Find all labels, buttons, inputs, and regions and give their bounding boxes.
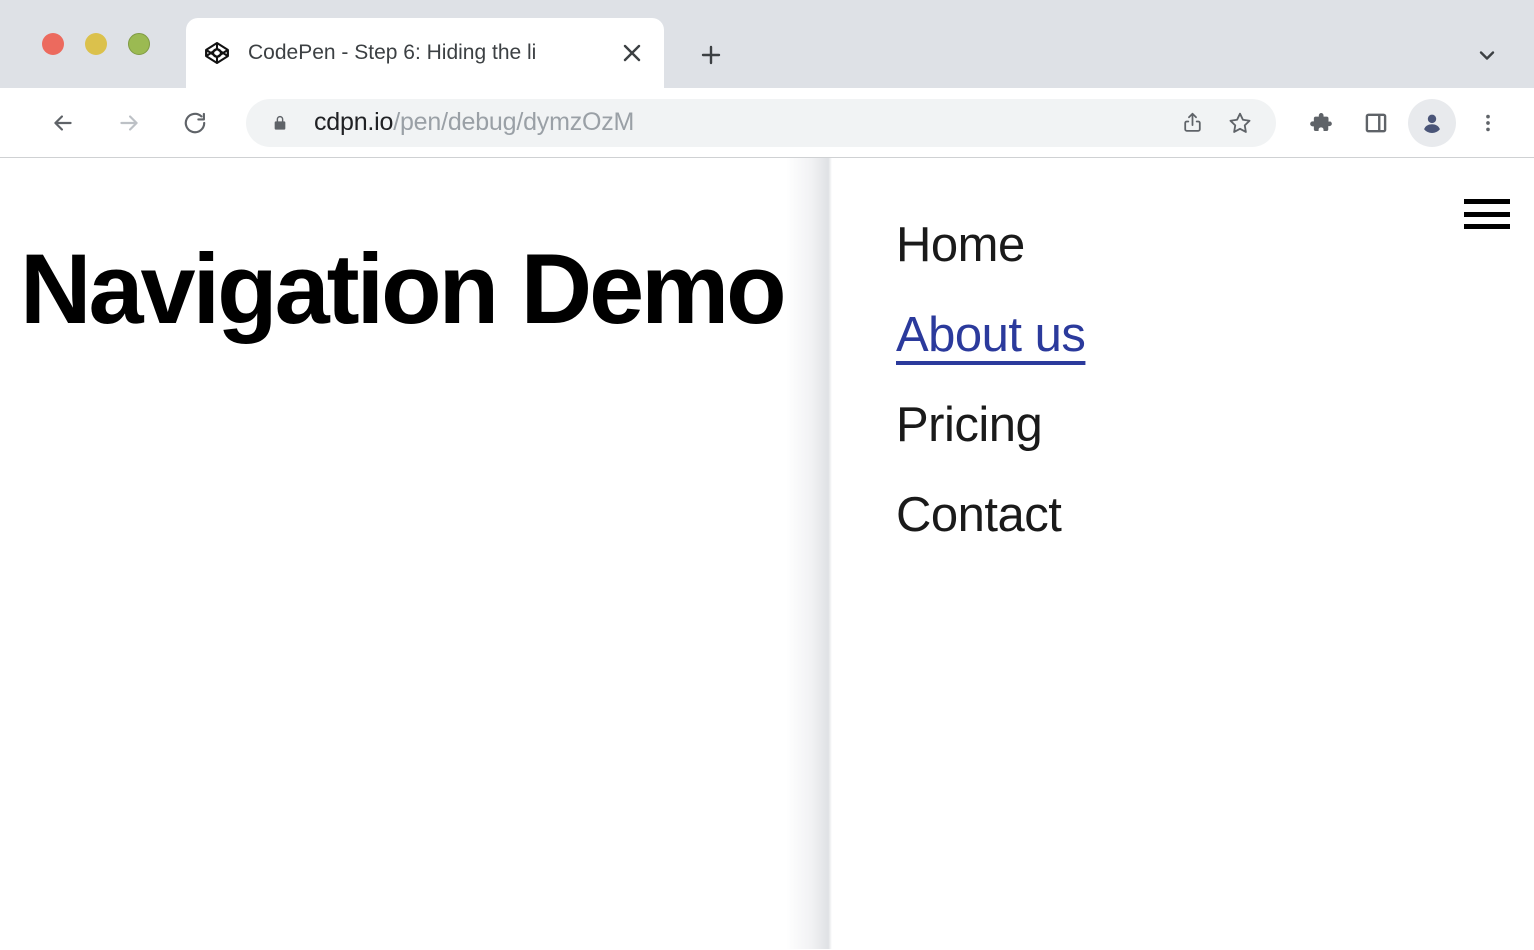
share-icon[interactable] xyxy=(1170,101,1214,145)
star-icon[interactable] xyxy=(1218,101,1262,145)
hamburger-bar-2 xyxy=(1464,212,1510,217)
tab-strip: CodePen - Step 6: Hiding the li xyxy=(0,0,1534,88)
url-text: cdpn.io/pen/debug/dymzOzM xyxy=(314,108,1170,137)
browser-tab-active[interactable]: CodePen - Step 6: Hiding the li xyxy=(186,18,664,88)
close-tab-button[interactable] xyxy=(608,29,656,77)
close-window-button[interactable] xyxy=(42,33,64,55)
page-title: Navigation Demo xyxy=(20,235,784,344)
list-item: About us xyxy=(896,310,1085,361)
navigation-panel: Home About us Pricing Contact xyxy=(832,158,1534,949)
side-panel-icon[interactable] xyxy=(1352,99,1400,147)
browser-window: CodePen - Step 6: Hiding the li xyxy=(0,0,1534,950)
new-tab-button[interactable] xyxy=(686,30,736,80)
chevron-down-icon[interactable] xyxy=(1462,30,1512,80)
back-button[interactable] xyxy=(36,96,90,150)
url-host: cdpn.io xyxy=(314,108,393,136)
browser-toolbar: cdpn.io/pen/debug/dymzOzM xyxy=(0,88,1534,158)
list-item: Pricing xyxy=(896,400,1085,451)
url-path: /pen/debug/dymzOzM xyxy=(393,108,634,136)
nav-link-about-us[interactable]: About us xyxy=(896,310,1085,361)
page-left-pane: Navigation Demo xyxy=(0,158,832,949)
nav-link-pricing[interactable]: Pricing xyxy=(896,400,1042,451)
page-viewport: Navigation Demo Home About us Pricing xyxy=(0,158,1534,949)
puzzle-piece-icon[interactable] xyxy=(1296,99,1344,147)
reload-button[interactable] xyxy=(168,96,222,150)
nav-list: Home About us Pricing Contact xyxy=(896,220,1085,580)
nav-link-home[interactable]: Home xyxy=(896,220,1025,271)
nav-link-contact[interactable]: Contact xyxy=(896,490,1061,541)
maximize-window-button[interactable] xyxy=(128,33,150,55)
browser-tab-title: CodePen - Step 6: Hiding the li xyxy=(248,41,608,65)
lock-icon xyxy=(270,113,290,133)
codepen-logo-icon xyxy=(204,40,230,66)
omnibox-actions xyxy=(1170,101,1262,145)
list-item: Contact xyxy=(896,490,1085,541)
three-dot-menu-icon[interactable] xyxy=(1464,99,1512,147)
profile-avatar-icon[interactable] xyxy=(1408,99,1456,147)
forward-button xyxy=(102,96,156,150)
list-item: Home xyxy=(896,220,1085,271)
hamburger-bar-1 xyxy=(1464,199,1510,204)
hamburger-bar-3 xyxy=(1464,224,1510,229)
minimize-window-button[interactable] xyxy=(85,33,107,55)
toolbar-right-actions xyxy=(1296,99,1512,147)
address-bar[interactable]: cdpn.io/pen/debug/dymzOzM xyxy=(246,99,1276,147)
window-traffic-lights xyxy=(42,33,150,55)
hamburger-menu-icon[interactable] xyxy=(1464,196,1510,232)
